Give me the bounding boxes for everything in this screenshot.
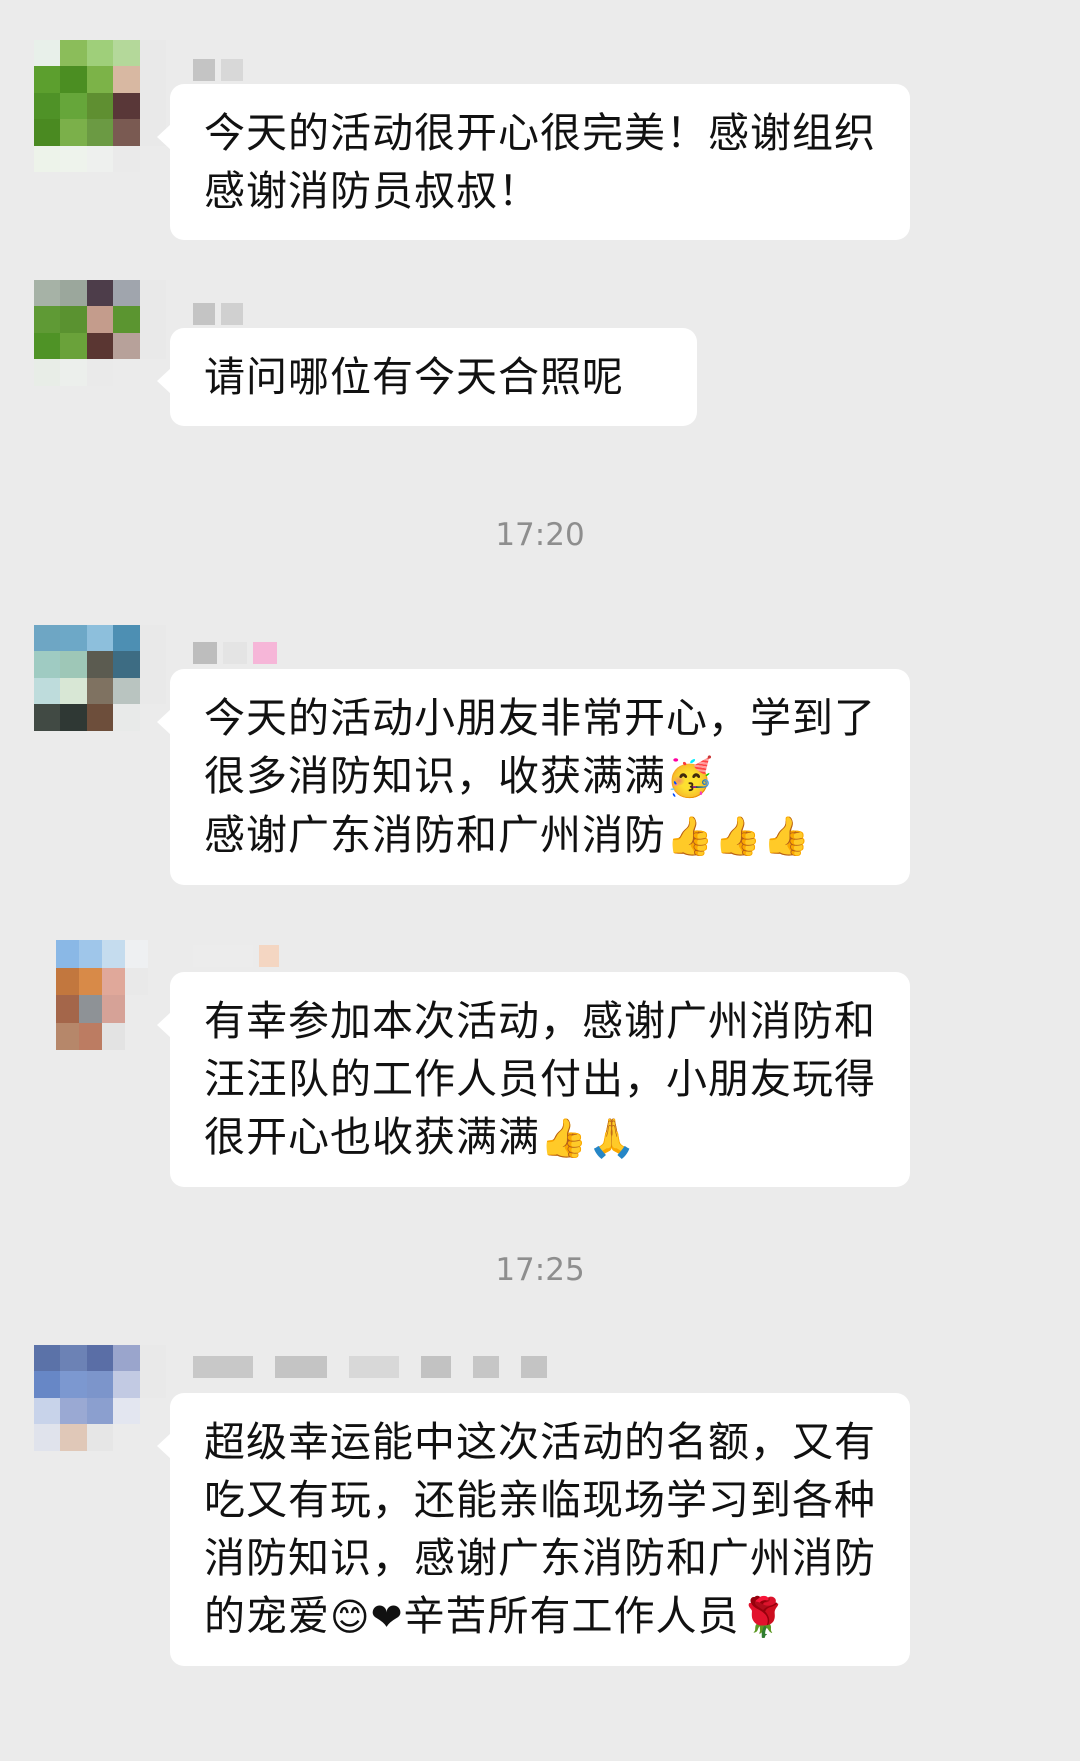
timestamp: 17:20: [495, 517, 585, 553]
sender-name-blurred: [193, 641, 277, 665]
avatar[interactable]: [56, 940, 148, 1050]
message-text: 今天的活动很开心很完美！感谢组织感谢消防员叔叔！: [204, 109, 876, 215]
avatar[interactable]: [34, 1345, 166, 1477]
avatar[interactable]: [34, 625, 166, 757]
message-text-line: 感谢广东消防和广州消防: [204, 811, 666, 859]
chat-history[interactable]: 今天的活动很开心很完美！感谢组织感谢消防员叔叔！ 请问哪位有今天合照呢 17:2…: [0, 0, 1080, 1761]
rose-icon: 🌹: [739, 1595, 788, 1639]
message-text: 今天的活动小朋友非常开心，学到了很多消防知识，收获满满: [204, 694, 876, 800]
sender-name-blurred: [193, 944, 279, 968]
message-text: 请问哪位有今天合照呢: [204, 353, 624, 401]
message-text-line: 辛苦所有工作人员: [403, 1592, 740, 1640]
message-bubble[interactable]: 今天的活动很开心很完美！感谢组织感谢消防员叔叔！: [157, 84, 910, 240]
sender-name-blurred: [193, 58, 243, 82]
sender-name-blurred: [193, 302, 243, 326]
smiling-face-icon: 😊❤: [330, 1595, 404, 1639]
message-bubble[interactable]: 有幸参加本次活动，感谢广州消防和汪汪队的工作人员付出，小朋友玩得很开心也收获满满…: [157, 972, 910, 1187]
timestamp: 17:25: [495, 1252, 585, 1288]
partying-face-icon: 🥳: [666, 755, 715, 799]
sender-name-blurred: [193, 1355, 547, 1379]
message-bubble[interactable]: 超级幸运能中这次活动的名额，又有吃又有玩，还能亲临现场学习到各种消防知识，感谢广…: [157, 1393, 910, 1666]
message-bubble[interactable]: 请问哪位有今天合照呢: [157, 328, 697, 426]
message-bubble[interactable]: 今天的活动小朋友非常开心，学到了很多消防知识，收获满满🥳 感谢广东消防和广州消防…: [157, 669, 910, 885]
avatar[interactable]: [34, 280, 166, 412]
thumbs-up-icon: 👍👍👍: [666, 814, 811, 858]
avatar[interactable]: [34, 40, 166, 172]
thumbs-up-icon: 👍🙏: [540, 1116, 637, 1160]
